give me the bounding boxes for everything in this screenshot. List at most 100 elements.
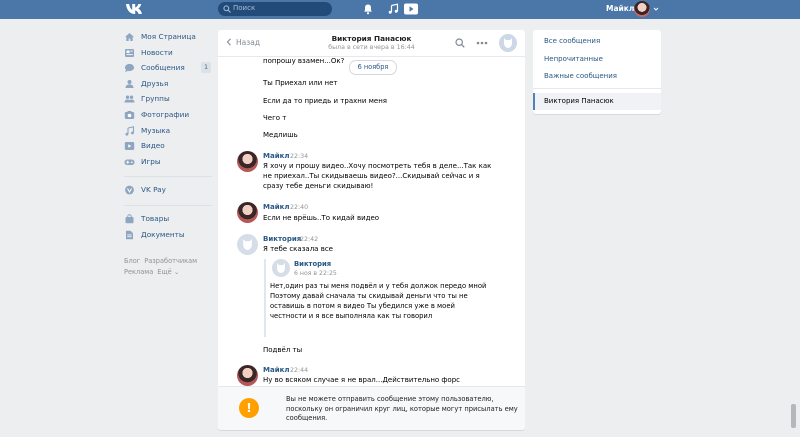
nav-item-vk-pay[interactable]: VK Pay <box>124 183 212 199</box>
nav-label: Музыка <box>141 125 171 135</box>
chevron-down-icon[interactable] <box>653 6 659 12</box>
bell-icon[interactable] <box>362 3 374 15</box>
nav-item-photos[interactable]: Фотографии <box>124 108 212 124</box>
forwarded-text: Нет,один раз ты меня подвёл и у тебя дол… <box>270 282 487 321</box>
top-bar: Поиск Майкл <box>0 0 800 19</box>
vk-pay-icon <box>125 185 134 195</box>
message-text: Если не врёшь..То кидай видео <box>263 214 380 222</box>
nav-label: Друзья <box>141 78 169 88</box>
documents-icon <box>126 230 133 239</box>
message-text: Я тебе сказала все <box>263 245 333 253</box>
search-icon[interactable] <box>455 38 465 48</box>
footer-link-blog[interactable]: Блог <box>124 257 140 265</box>
message-time: 22:42 <box>300 236 319 243</box>
message-text: Медлишь <box>263 131 298 139</box>
menu-important[interactable]: Важные сообщения <box>544 72 617 80</box>
messages-icon <box>124 64 135 73</box>
message-text: Если да то приедь и трахни меня <box>263 97 387 105</box>
page-scrollbar[interactable] <box>791 404 796 428</box>
groups-icon <box>124 95 135 103</box>
search-icon <box>223 5 231 13</box>
deactivated-dog-icon <box>243 239 252 250</box>
message-feed: попрошу взамен...Ок? 6 ноября Ты Приехал… <box>218 56 525 394</box>
avatar[interactable] <box>634 1 650 17</box>
nav-label: VK Pay <box>141 185 166 195</box>
nav-item-music[interactable]: Музыка <box>124 124 212 140</box>
nav-label: Группы <box>141 94 170 104</box>
nav-label: Моя Страница <box>141 32 196 41</box>
menu-unread[interactable]: Непрочитанные <box>544 55 603 63</box>
search-input[interactable]: Поиск <box>233 4 255 12</box>
footer-link-developers[interactable]: Разработчикам <box>144 257 197 265</box>
nav-item-friends[interactable]: Друзья <box>124 77 212 93</box>
message-time: 22:40 <box>290 204 309 211</box>
nav-item-groups[interactable]: Группы <box>124 92 212 108</box>
vk-logo-icon[interactable] <box>125 3 145 15</box>
forwarded-author[interactable]: Виктория <box>294 260 331 268</box>
nav-divider <box>124 176 212 178</box>
chat-avatar[interactable] <box>499 34 517 52</box>
message-author[interactable]: Майкл 22:34 <box>263 152 308 160</box>
footer-link-ads[interactable]: Реклама <box>124 268 153 276</box>
menu-all-messages[interactable]: Все сообщения <box>544 37 600 45</box>
goods-icon <box>125 214 134 224</box>
nav-item-messages[interactable]: Сообщения 1 <box>124 61 212 77</box>
news-icon <box>125 48 134 57</box>
video-icon <box>124 142 135 151</box>
nav-label: Видео <box>141 141 165 151</box>
forwarded-avatar[interactable] <box>272 259 290 277</box>
menu-divider <box>533 88 661 89</box>
games-icon <box>124 159 135 165</box>
more-icon[interactable] <box>476 41 488 45</box>
message-text: Я хочу и прошу видео..Хочу посмотреть те… <box>263 162 492 190</box>
message-text: Подвёл ты <box>263 346 303 354</box>
footer-link-more[interactable]: Ещё ⌄ <box>157 268 179 276</box>
menu-selected-chat[interactable]: Виктория Панасюк <box>533 93 661 110</box>
message-author[interactable]: Майкл 22:40 <box>263 203 308 211</box>
nav-label: Фотографии <box>141 109 190 119</box>
unread-count-badge: 1 <box>201 62 212 74</box>
nav-label: Товары <box>141 213 170 223</box>
music-icon <box>125 125 135 136</box>
nav-divider <box>124 204 212 206</box>
message-time: 22:44 <box>290 367 309 374</box>
chat-panel: Назад Виктория Панасюк была в сети вчера… <box>218 30 525 430</box>
friends-icon <box>125 79 134 88</box>
messages-filter-menu: Все сообщения Непрочитанные Важные сообщ… <box>533 30 661 114</box>
message-author[interactable]: Майкл 22:44 <box>263 366 308 374</box>
nav-label: Игры <box>141 156 161 166</box>
nav-item-news[interactable]: Новости <box>124 46 212 62</box>
message-time: 22:34 <box>290 153 309 160</box>
avatar[interactable] <box>237 365 258 386</box>
left-nav: Моя Страница Новости Сообщения 1 Друзья … <box>124 30 212 243</box>
nav-item-video[interactable]: Видео <box>124 139 212 155</box>
nav-item-goods[interactable]: Товары <box>124 212 212 228</box>
avatar[interactable] <box>237 234 258 255</box>
nav-label: Сообщения <box>141 63 185 73</box>
deactivated-dog-icon <box>277 263 285 273</box>
nav-item-my-page[interactable]: Моя Страница <box>124 30 212 46</box>
footer-links: Блог Разработчикам Реклама Ещё ⌄ <box>124 256 214 278</box>
forwarded-time[interactable]: 6 ноя в 22:25 <box>294 270 337 277</box>
avatar[interactable] <box>237 151 258 172</box>
music-note-icon[interactable] <box>387 3 399 15</box>
notice-text: Вы не можете отправить сообщение этому п… <box>286 395 518 422</box>
nav-label: Новости <box>141 47 173 57</box>
nav-item-documents[interactable]: Документы <box>124 228 212 244</box>
message-text: Чего т <box>263 114 287 122</box>
online-status: была в сети вчера в 16:44 <box>328 44 415 51</box>
nav-item-games[interactable]: Игры <box>124 155 212 171</box>
cannot-send-notice: ! Вы не можете отправить сообщение этому… <box>218 386 525 430</box>
warning-icon: ! <box>239 398 259 418</box>
chat-header: Назад Виктория Панасюк была в сети вчера… <box>218 30 525 57</box>
play-icon[interactable] <box>404 3 418 15</box>
message-author[interactable]: Виктория 22:42 <box>263 235 318 243</box>
date-divider: 6 ноября <box>349 60 397 75</box>
search-box[interactable]: Поиск <box>218 2 332 16</box>
avatar[interactable] <box>237 202 258 223</box>
user-name[interactable]: Майкл <box>606 4 634 13</box>
photos-icon <box>124 110 135 119</box>
selected-chat-label: Виктория Панасюк <box>544 97 614 105</box>
deactivated-dog-icon <box>504 38 512 48</box>
nav-label: Документы <box>141 229 185 239</box>
